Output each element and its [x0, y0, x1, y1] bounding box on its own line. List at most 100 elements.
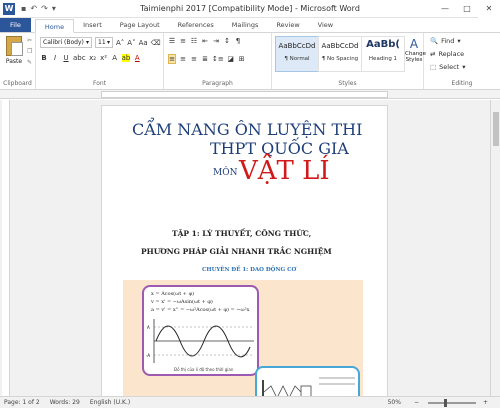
zoom-in-icon[interactable]: + — [483, 399, 488, 406]
change-styles-button[interactable]: A Change Styles — [405, 37, 426, 63]
tab-mailings[interactable]: Mailings — [223, 18, 268, 32]
tab-home[interactable]: Home — [34, 19, 75, 33]
paste-button[interactable]: Paste — [4, 36, 24, 65]
minimize-icon[interactable]: — — [434, 0, 456, 18]
align-right-icon[interactable]: ≡ — [190, 55, 198, 63]
bold-icon[interactable]: B — [40, 54, 48, 62]
vertical-ruler — [2, 100, 10, 396]
language-status[interactable]: English (U.K.) — [90, 399, 130, 406]
cut-icon[interactable]: ✂ — [27, 37, 32, 44]
change-styles-icon: A — [409, 37, 419, 51]
borders-icon[interactable]: ⊞ — [238, 55, 246, 63]
tab-insert[interactable]: Insert — [74, 18, 111, 32]
svg-text:A: A — [147, 325, 150, 330]
editing-label: Editing — [451, 80, 473, 87]
formula-box: x = Acos(ωt + φ) v = x' = −ωAsin(ωt + φ)… — [142, 285, 259, 376]
highlight-icon[interactable]: ab — [121, 54, 131, 62]
styles-label: Styles — [338, 80, 357, 87]
format-painter-icon[interactable]: ✎ — [27, 59, 32, 66]
zoom-slider-thumb[interactable] — [443, 398, 447, 407]
italic-icon[interactable]: I — [51, 54, 59, 62]
font-size-select[interactable]: 11 ▾ — [95, 37, 113, 48]
copy-icon[interactable]: ❐ — [27, 48, 32, 55]
doc-chapter: CHUYÊN ĐỀ 1: DAO ĐỘNG CƠ — [202, 267, 297, 273]
horizontal-ruler[interactable] — [101, 91, 388, 98]
sine-wave-graph: A -A — [146, 319, 254, 363]
cover-illustration: x = Acos(ωt + φ) v = x' = −ωAsin(ωt + φ)… — [123, 280, 363, 404]
doc-subject: VẬT LÍ — [239, 156, 330, 186]
ribbon-tabs: File Home Insert Page Layout References … — [0, 18, 500, 33]
font-color-icon[interactable]: A — [133, 54, 141, 62]
document-area: CẨM NANG ÔN LUYỆN THI THPT QUỐC GIA MÔN … — [0, 100, 500, 405]
style-heading-1[interactable]: AaBb( Heading 1 — [361, 36, 405, 72]
zoom-out-icon[interactable]: − — [414, 399, 419, 406]
sort-icon[interactable]: ↕ — [223, 37, 231, 45]
tab-view[interactable]: View — [309, 18, 342, 32]
vertical-scrollbar[interactable] — [490, 100, 500, 396]
change-case-icon[interactable]: Aa — [139, 39, 148, 47]
word-count[interactable]: Words: 29 — [50, 399, 80, 406]
decrease-indent-icon[interactable]: ⇤ — [201, 37, 209, 45]
tab-review[interactable]: Review — [267, 18, 308, 32]
paste-icon — [6, 36, 23, 56]
zoom-slider[interactable] — [427, 398, 476, 407]
window-title: Taimienphi 2017 [Compatibility Mode] - M… — [140, 4, 360, 13]
page-count[interactable]: Page: 1 of 2 — [4, 399, 40, 406]
justify-icon[interactable]: ≣ — [201, 55, 209, 63]
paragraph-group: ☰ ≡ ☷ ⇤ ⇥ ↕ ¶ ≡ ≡ ≡ ≣ ↕≡ ◪ ⊞ Paragraph — [164, 33, 272, 89]
doc-heading-2: PHƯƠNG PHÁP GIẢI NHANH TRẮC NGHIỆM — [141, 247, 332, 256]
line-spacing-icon[interactable]: ↕≡ — [212, 55, 224, 63]
undo-icon[interactable]: ↶ — [30, 4, 37, 13]
svg-text:-A: -A — [146, 353, 150, 358]
ruler-row — [0, 90, 500, 99]
clipboard-group: Paste ✂ ❐ ✎ Clipboard — [0, 33, 36, 89]
close-icon[interactable]: ✕ — [478, 0, 500, 18]
style-no-spacing[interactable]: AaBbCcDd ¶ No Spacing — [318, 36, 362, 72]
tab-references[interactable]: References — [169, 18, 223, 32]
styles-group: AaBbCcDd ¶ Normal AaBbCcDd ¶ No Spacing … — [272, 33, 426, 89]
font-label: Font — [92, 80, 107, 87]
style-normal[interactable]: AaBbCcDd ¶ Normal — [275, 36, 319, 72]
save-icon[interactable]: ▪ — [21, 4, 26, 13]
superscript-icon[interactable]: x² — [100, 54, 108, 62]
shading-icon[interactable]: ◪ — [227, 55, 235, 63]
multilevel-icon[interactable]: ☷ — [190, 37, 198, 45]
clipboard-label: Clipboard — [3, 80, 32, 87]
paragraph-label: Paragraph — [202, 80, 233, 87]
ribbon: Paste ✂ ❐ ✎ Clipboard Calibri (Body) ▾ 11… — [0, 33, 500, 90]
doc-heading-1: TẬP 1: LÝ THUYẾT, CÔNG THỨC, — [172, 229, 312, 238]
align-left-icon[interactable]: ≡ — [168, 54, 176, 64]
find-button[interactable]: 🔍 Find ▾ — [430, 37, 461, 45]
underline-icon[interactable]: U — [62, 54, 70, 62]
zoom-control: 50% − + — [384, 398, 494, 407]
maximize-icon[interactable]: □ — [456, 0, 478, 18]
document-page[interactable]: CẨM NANG ÔN LUYỆN THI THPT QUỐC GIA MÔN … — [101, 105, 388, 405]
doc-subject-prefix: MÔN — [213, 168, 238, 178]
redo-icon[interactable]: ↷ — [41, 4, 48, 13]
title-bar: W ▪ ↶ ↷ ▾ Taimienphi 2017 [Compatibility… — [0, 0, 500, 18]
strikethrough-icon[interactable]: abc — [73, 54, 86, 62]
zoom-level[interactable]: 50% — [388, 399, 401, 406]
select-button[interactable]: ⬚ Select ▾ — [430, 63, 465, 71]
increase-indent-icon[interactable]: ⇥ — [212, 37, 220, 45]
shrink-font-icon[interactable]: A˅ — [127, 39, 135, 47]
status-bar: Page: 1 of 2 Words: 29 English (U.K.) 50… — [0, 396, 500, 408]
clear-format-icon[interactable]: ⌫ — [151, 39, 161, 47]
replace-icon: ⇄ — [430, 50, 436, 58]
quick-access-toolbar: ▪ ↶ ↷ ▾ — [21, 4, 56, 13]
numbering-icon[interactable]: ≡ — [179, 37, 187, 45]
text-effects-icon[interactable]: A — [111, 54, 119, 62]
grow-font-icon[interactable]: A˄ — [116, 39, 124, 47]
bullets-icon[interactable]: ☰ — [168, 37, 176, 45]
show-marks-icon[interactable]: ¶ — [234, 37, 242, 45]
tab-page-layout[interactable]: Page Layout — [111, 18, 169, 32]
tab-file[interactable]: File — [0, 18, 31, 32]
customize-icon[interactable]: ▾ — [52, 4, 56, 13]
subscript-icon[interactable]: x₂ — [89, 54, 97, 62]
font-name-select[interactable]: Calibri (Body) ▾ — [40, 37, 92, 48]
editing-group: 🔍 Find ▾ ⇄ Replace ⬚ Select ▾ Editing — [424, 33, 500, 89]
align-center-icon[interactable]: ≡ — [179, 55, 187, 63]
scrollbar-thumb[interactable] — [493, 112, 499, 146]
replace-button[interactable]: ⇄ Replace — [430, 50, 464, 58]
word-app-icon[interactable]: W — [3, 2, 15, 15]
